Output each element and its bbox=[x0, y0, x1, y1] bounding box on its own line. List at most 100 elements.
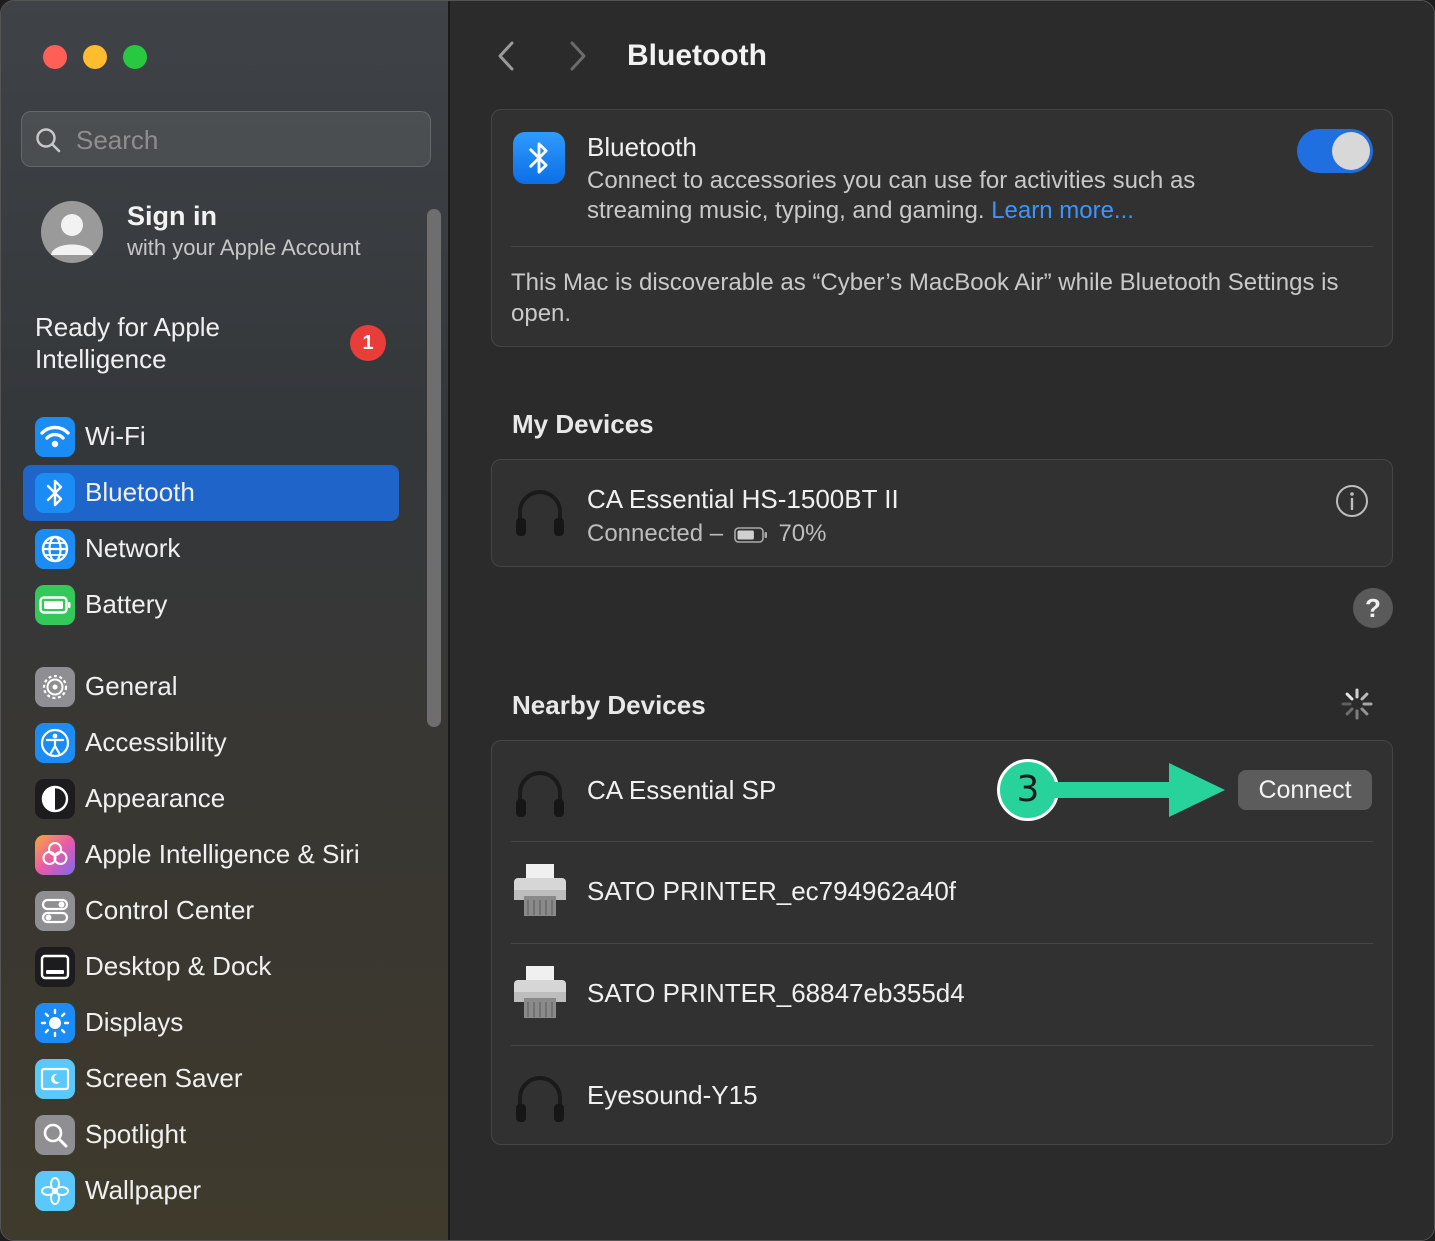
device-name: SATO PRINTER_ec794962a40f bbox=[587, 876, 957, 906]
device-name: CA Essential HS-1500BT II bbox=[587, 484, 899, 514]
ai-ready-label: Ready for Apple Intelligence bbox=[35, 312, 221, 374]
sidebar-item-label: General bbox=[85, 671, 178, 701]
learn-more-link[interactable]: Learn more... bbox=[991, 197, 1134, 224]
close-window-button[interactable] bbox=[43, 45, 67, 69]
bluetooth-settings-card: Bluetooth Connect to accessories you can… bbox=[491, 109, 1393, 347]
control-center-icon bbox=[35, 891, 75, 931]
battery-icon bbox=[35, 585, 75, 625]
sun-icon bbox=[35, 1003, 75, 1043]
battery-icon bbox=[733, 526, 767, 543]
device-status: Connected – 70% bbox=[587, 520, 827, 548]
sidebar-item-screen-saver[interactable]: Screen Saver bbox=[23, 1051, 399, 1107]
sidebar-item-apple-intelligence-siri[interactable]: Apple Intelligence & Siri bbox=[23, 827, 399, 883]
discoverable-notice: This Mac is discoverable as “Cyber’s Mac… bbox=[511, 269, 1339, 327]
sidebar-item-general[interactable]: General bbox=[23, 659, 399, 715]
connection-status: Connected – bbox=[587, 520, 724, 547]
nearby-devices-heading: Nearby Devices bbox=[512, 690, 706, 720]
gear-icon bbox=[35, 667, 75, 707]
bluetooth-icon bbox=[35, 473, 75, 513]
bluetooth-title: Bluetooth bbox=[587, 132, 697, 162]
device-row[interactable]: Eyesound-Y15 bbox=[492, 1046, 1392, 1146]
device-name: SATO PRINTER_68847eb355d4 bbox=[587, 978, 965, 1008]
page-title: Bluetooth bbox=[627, 39, 767, 72]
sidebar-item-label: Desktop & Dock bbox=[85, 951, 272, 981]
minimize-window-button[interactable] bbox=[83, 45, 107, 69]
search-icon bbox=[36, 128, 61, 153]
sidebar-item-wifi[interactable]: Wi-Fi bbox=[23, 409, 399, 465]
avatar bbox=[41, 201, 103, 263]
sidebar-item-displays[interactable]: Displays bbox=[23, 995, 399, 1051]
sidebar-item-appearance[interactable]: Appearance bbox=[23, 771, 399, 827]
sign-in-subtitle: with your Apple Account bbox=[127, 235, 361, 260]
battery-percent: 70% bbox=[778, 520, 827, 547]
sidebar-item-accessibility[interactable]: Accessibility bbox=[23, 715, 399, 771]
loading-spinner-icon bbox=[1341, 688, 1373, 720]
apple-intelligence-ready-item[interactable]: Ready for Apple Intelligence 1 bbox=[35, 311, 395, 381]
zoom-window-button[interactable] bbox=[123, 45, 147, 69]
printer-icon bbox=[514, 864, 566, 916]
my-devices-heading: My Devices bbox=[512, 409, 654, 439]
help-button[interactable]: ? bbox=[1353, 588, 1393, 628]
globe-icon bbox=[35, 529, 75, 569]
device-name: Eyesound-Y15 bbox=[587, 1080, 758, 1110]
sidebar-scrollbar[interactable] bbox=[427, 209, 441, 727]
sidebar-item-label: Bluetooth bbox=[85, 477, 195, 507]
back-arrow-icon[interactable] bbox=[492, 39, 522, 73]
sidebar-item-bluetooth[interactable]: Bluetooth bbox=[23, 465, 399, 521]
device-row[interactable]: CA Essential SP Connect bbox=[492, 741, 1392, 841]
headphones-icon bbox=[516, 1076, 564, 1122]
screen-saver-icon bbox=[35, 1059, 75, 1099]
sidebar-item-label: Network bbox=[85, 533, 181, 563]
person-icon bbox=[51, 214, 93, 255]
sidebar-item-label: Control Center bbox=[85, 895, 255, 925]
search-input[interactable] bbox=[76, 120, 416, 160]
printer-icon bbox=[514, 966, 566, 1018]
arrow-icon bbox=[1055, 763, 1225, 817]
sidebar-item-wallpaper[interactable]: Wallpaper bbox=[23, 1163, 399, 1219]
sidebar-item-control-center[interactable]: Control Center bbox=[23, 883, 399, 939]
main-pane: Bluetooth Bluetooth Connect to accessori… bbox=[452, 1, 1434, 1240]
account-sign-in[interactable]: Sign in with your Apple Account bbox=[39, 199, 419, 265]
accessibility-icon bbox=[35, 723, 75, 763]
sidebar-item-label: Apple Intelligence & Siri bbox=[85, 839, 360, 869]
sidebar-item-label: Appearance bbox=[85, 783, 226, 813]
sidebar-item-network[interactable]: Network bbox=[23, 521, 399, 577]
flower-icon bbox=[35, 1171, 75, 1211]
step-annotation: 3 bbox=[997, 759, 1227, 825]
dock-icon bbox=[35, 947, 75, 987]
device-row[interactable]: SATO PRINTER_68847eb355d4 bbox=[492, 944, 1392, 1045]
sign-in-title: Sign in bbox=[127, 201, 217, 231]
device-name: CA Essential SP bbox=[587, 775, 777, 805]
sidebar-item-label: Spotlight bbox=[85, 1119, 187, 1149]
info-icon[interactable] bbox=[1335, 484, 1369, 518]
wifi-icon bbox=[35, 417, 75, 457]
step-number: 3 bbox=[997, 759, 1059, 821]
device-row[interactable]: CA Essential HS-1500BT II Connected – 70… bbox=[492, 460, 1392, 566]
system-settings-window: Sign in with your Apple Account Ready fo… bbox=[0, 0, 1435, 1241]
magnifier-icon bbox=[35, 1115, 75, 1155]
headphones-icon bbox=[516, 771, 564, 817]
toggle-knob bbox=[1332, 132, 1370, 170]
sidebar-item-spotlight[interactable]: Spotlight bbox=[23, 1107, 399, 1163]
sidebar-item-label: Displays bbox=[85, 1007, 184, 1037]
sidebar-item-label: Accessibility bbox=[85, 727, 227, 757]
divider bbox=[511, 246, 1373, 247]
sidebar-item-label: Screen Saver bbox=[85, 1063, 243, 1093]
device-row[interactable]: SATO PRINTER_ec794962a40f bbox=[492, 842, 1392, 943]
bluetooth-toggle[interactable] bbox=[1297, 129, 1373, 173]
headphones-icon bbox=[516, 490, 564, 536]
sidebar-item-battery[interactable]: Battery bbox=[23, 577, 399, 633]
sidebar-item-desktop-dock[interactable]: Desktop & Dock bbox=[23, 939, 399, 995]
notification-badge: 1 bbox=[350, 325, 386, 361]
bluetooth-description: Connect to accessories you can use for a… bbox=[587, 166, 1287, 226]
my-devices-list: CA Essential HS-1500BT II Connected – 70… bbox=[491, 459, 1393, 567]
siri-icon bbox=[35, 835, 75, 875]
sidebar: Sign in with your Apple Account Ready fo… bbox=[1, 1, 450, 1240]
sidebar-item-label: Battery bbox=[85, 589, 168, 619]
bluetooth-icon bbox=[513, 132, 565, 184]
sidebar-item-label: Wi-Fi bbox=[85, 421, 146, 451]
connect-button[interactable]: Connect bbox=[1238, 770, 1372, 810]
sidebar-item-label: Wallpaper bbox=[85, 1175, 202, 1205]
forward-arrow-icon[interactable] bbox=[562, 39, 592, 73]
search-box[interactable] bbox=[21, 111, 431, 167]
